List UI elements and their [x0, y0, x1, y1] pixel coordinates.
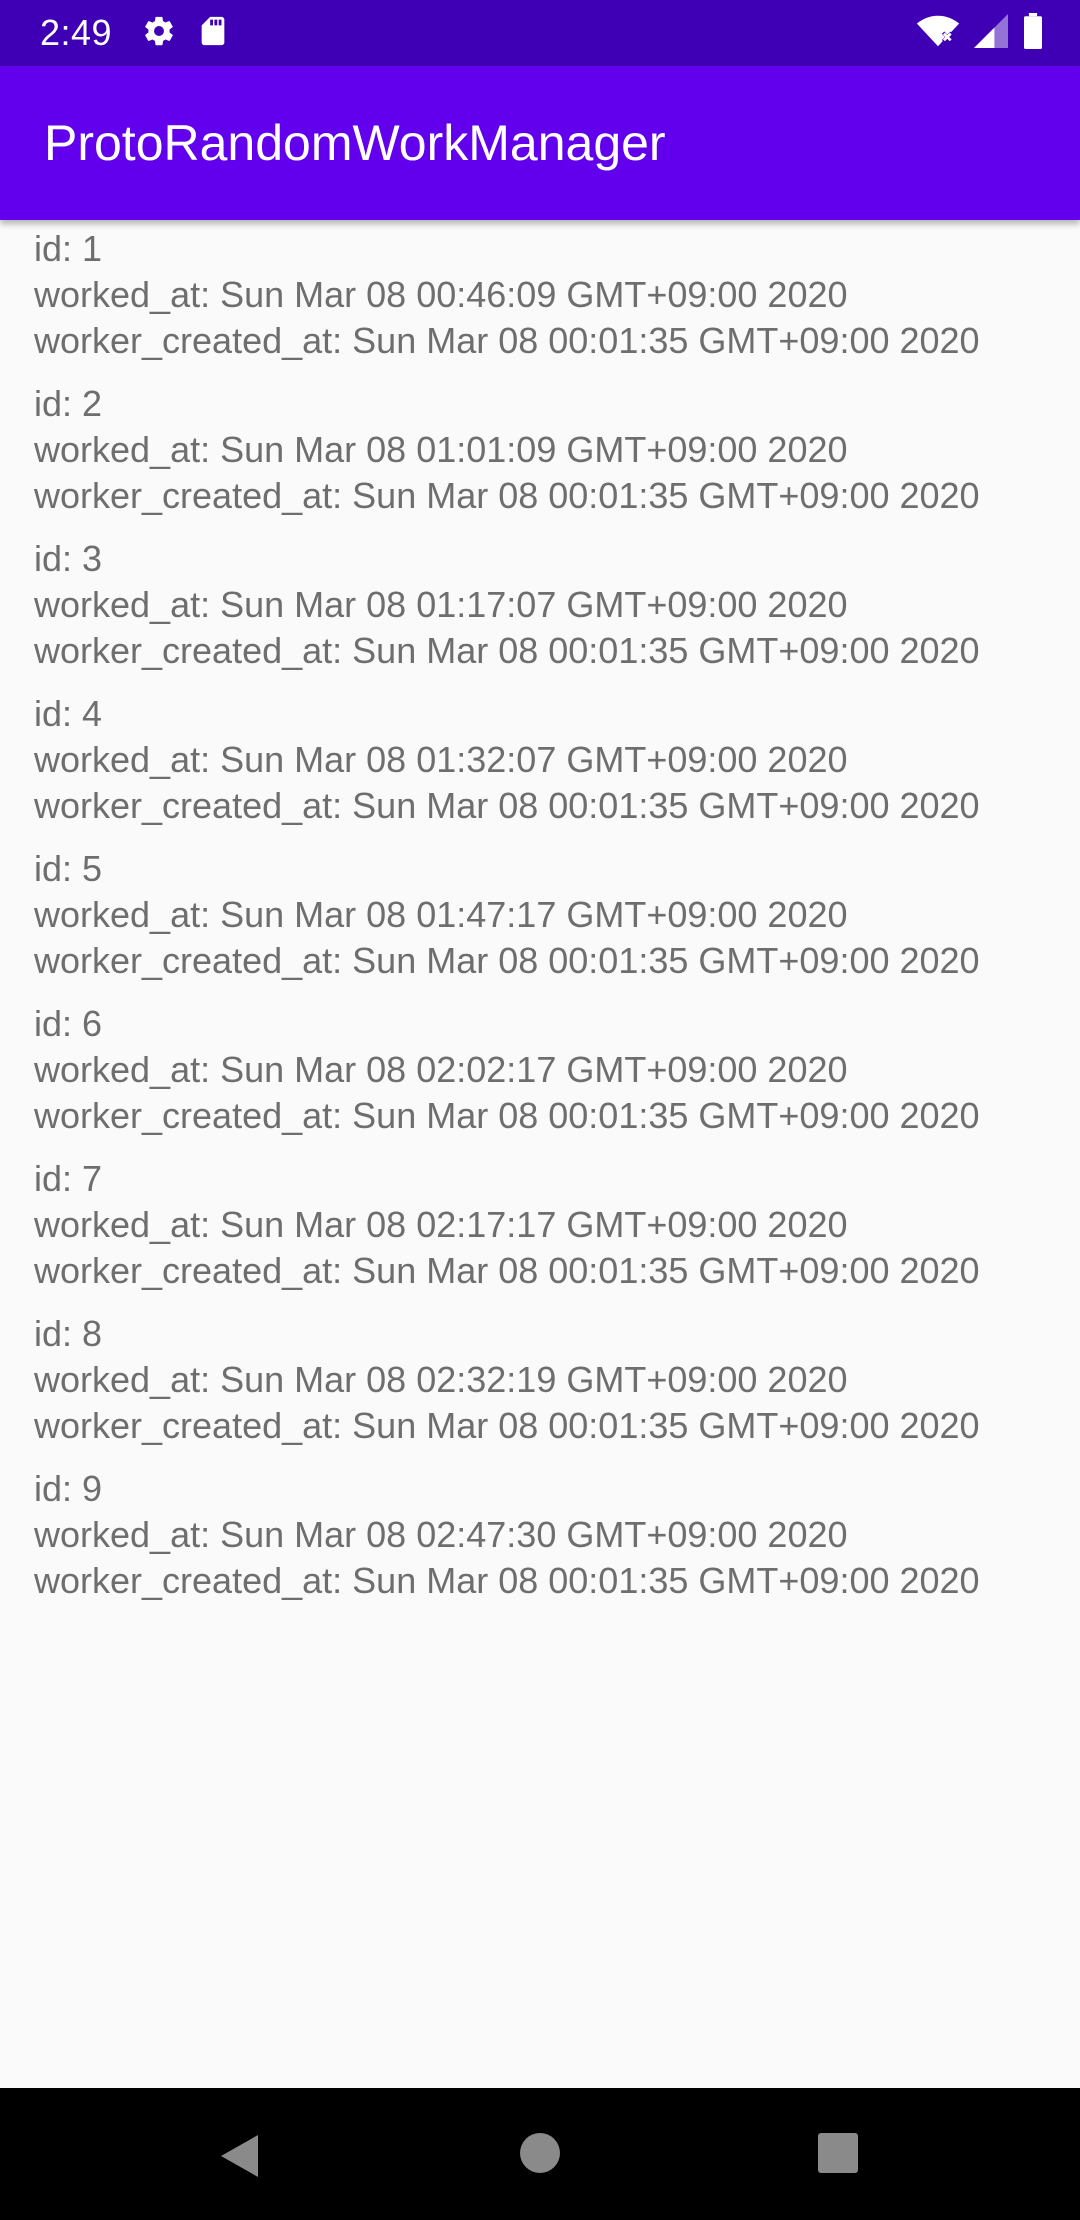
record-id: id: 6: [34, 1003, 103, 1044]
record-worked-at: worked_at: Sun Mar 08 01:01:09 GMT+09:00…: [34, 429, 848, 470]
record-id: id: 2: [34, 383, 103, 424]
record-worker-created-at: worker_created_at: Sun Mar 08 00:01:35 G…: [34, 940, 980, 981]
back-icon[interactable]: [218, 2132, 260, 2185]
list-item: id: 3 worked_at: Sun Mar 08 01:17:07 GMT…: [0, 530, 1080, 676]
record-worker-created-at: worker_created_at: Sun Mar 08 00:01:35 G…: [34, 1250, 980, 1291]
record-worker-created-at: worker_created_at: Sun Mar 08 00:01:35 G…: [34, 320, 980, 361]
wifi-off-icon: [916, 14, 960, 53]
record-id: id: 1: [34, 228, 103, 269]
list-item: id: 6 worked_at: Sun Mar 08 02:02:17 GMT…: [0, 995, 1080, 1141]
record-worker-created-at: worker_created_at: Sun Mar 08 00:01:35 G…: [34, 785, 980, 826]
record-id: id: 5: [34, 848, 103, 889]
record-worked-at: worked_at: Sun Mar 08 02:32:19 GMT+09:00…: [34, 1359, 848, 1400]
record-worked-at: worked_at: Sun Mar 08 01:32:07 GMT+09:00…: [34, 739, 848, 780]
record-worker-created-at: worker_created_at: Sun Mar 08 00:01:35 G…: [34, 475, 980, 516]
list-item: id: 9 worked_at: Sun Mar 08 02:47:30 GMT…: [0, 1460, 1080, 1606]
record-worked-at: worked_at: Sun Mar 08 01:17:07 GMT+09:00…: [34, 584, 848, 625]
list-item: id: 7 worked_at: Sun Mar 08 02:17:17 GMT…: [0, 1150, 1080, 1296]
record-worked-at: worked_at: Sun Mar 08 02:02:17 GMT+09:00…: [34, 1049, 848, 1090]
record-id: id: 7: [34, 1158, 103, 1199]
recents-icon[interactable]: [817, 2132, 859, 2179]
list-item: id: 1 worked_at: Sun Mar 08 00:46:09 GMT…: [0, 220, 1080, 366]
status-left-icons: [142, 14, 228, 53]
signal-icon: [974, 13, 1008, 53]
records-list[interactable]: id: 1 worked_at: Sun Mar 08 00:46:09 GMT…: [0, 220, 1080, 1615]
status-bar: 2:49: [0, 0, 1080, 66]
navigation-bar: [0, 2088, 1080, 2220]
list-item: id: 2 worked_at: Sun Mar 08 01:01:09 GMT…: [0, 375, 1080, 521]
record-worked-at: worked_at: Sun Mar 08 01:47:17 GMT+09:00…: [34, 894, 848, 935]
list-item: id: 5 worked_at: Sun Mar 08 01:47:17 GMT…: [0, 840, 1080, 986]
status-right-icons: [916, 0, 1044, 66]
record-worker-created-at: worker_created_at: Sun Mar 08 00:01:35 G…: [34, 1560, 980, 1601]
list-item: id: 8 worked_at: Sun Mar 08 02:32:19 GMT…: [0, 1305, 1080, 1451]
record-worker-created-at: worker_created_at: Sun Mar 08 00:01:35 G…: [34, 630, 980, 671]
app-title: ProtoRandomWorkManager: [44, 115, 666, 171]
gear-icon: [142, 14, 176, 53]
list-item: id: 4 worked_at: Sun Mar 08 01:32:07 GMT…: [0, 685, 1080, 831]
battery-icon: [1022, 12, 1044, 54]
record-worked-at: worked_at: Sun Mar 08 00:46:09 GMT+09:00…: [34, 274, 848, 315]
record-id: id: 8: [34, 1313, 103, 1354]
record-id: id: 3: [34, 538, 103, 579]
record-id: id: 4: [34, 693, 103, 734]
record-worked-at: worked_at: Sun Mar 08 02:47:30 GMT+09:00…: [34, 1514, 848, 1555]
sd-card-icon: [198, 14, 228, 53]
record-worker-created-at: worker_created_at: Sun Mar 08 00:01:35 G…: [34, 1405, 980, 1446]
home-icon[interactable]: [519, 2132, 561, 2179]
app-bar: ProtoRandomWorkManager: [0, 66, 1080, 220]
record-id: id: 9: [34, 1468, 103, 1509]
status-time: 2:49: [40, 12, 113, 53]
record-worker-created-at: worker_created_at: Sun Mar 08 00:01:35 G…: [34, 1095, 980, 1136]
record-worked-at: worked_at: Sun Mar 08 02:17:17 GMT+09:00…: [34, 1204, 848, 1245]
